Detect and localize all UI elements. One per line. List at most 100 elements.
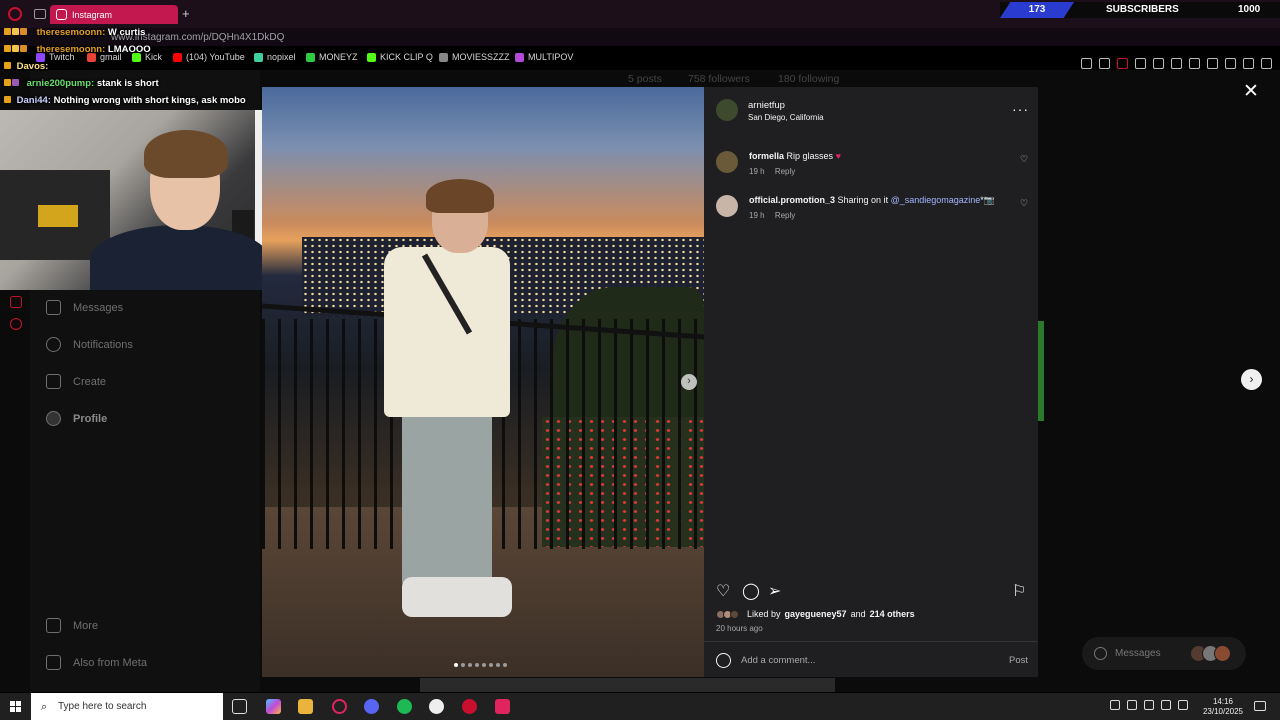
sub-goal: 1000 <box>1238 4 1261 15</box>
more-options-button[interactable]: ··· <box>1012 101 1029 117</box>
profile-posts-count: 5 posts <box>628 73 662 85</box>
tab-switcher-icon[interactable] <box>34 9 46 19</box>
mention-link[interactable]: @_sandiegomagazine <box>891 195 981 205</box>
share-send-icon[interactable]: ➢ <box>768 581 781 601</box>
carousel-dot <box>482 663 486 667</box>
reply-button[interactable]: Reply <box>775 167 795 176</box>
commenter-username[interactable]: formella <box>749 151 784 161</box>
sidebar-item-notifications[interactable]: Notifications <box>46 337 133 352</box>
like-heart-icon[interactable]: ♡ <box>716 581 730 601</box>
chat-message: theresemoonn: W curtis <box>4 24 324 41</box>
sidebar-item-label: Profile <box>73 412 108 425</box>
settings-icon[interactable] <box>10 318 22 330</box>
profile-avatar-icon <box>46 411 61 426</box>
comment-text: official.promotion_3 Sharing on it @_san… <box>749 195 996 205</box>
sidebar-item-create[interactable]: Create <box>46 374 106 389</box>
app-icon[interactable] <box>495 699 510 714</box>
bookmark-item[interactable]: MULTIPOV <box>515 52 573 62</box>
new-tab-button[interactable]: + <box>182 6 190 21</box>
comment-text: formella Rip glasses ♥ <box>749 151 841 161</box>
chat-badges-icon <box>4 41 34 58</box>
grid-icon <box>46 655 61 670</box>
save-bookmark-icon[interactable]: ⚐ <box>1012 581 1026 601</box>
taskbar-search-input[interactable]: ⌕ Type here to search <box>31 693 223 720</box>
carousel-dot <box>496 663 500 667</box>
sidebar-item-more[interactable]: More <box>46 618 98 633</box>
carousel-dot <box>468 663 472 667</box>
chevron-up-icon[interactable] <box>1110 700 1120 710</box>
profile-followers-count: 758 followers <box>688 73 750 85</box>
bookmark-item[interactable]: KICK CLIP Q <box>367 52 433 62</box>
opera-icon[interactable] <box>332 699 347 714</box>
display-icon[interactable] <box>1161 700 1171 710</box>
chat-badges-icon <box>4 58 14 75</box>
app-icon[interactable] <box>462 699 477 714</box>
opera-logo-icon[interactable] <box>8 7 22 21</box>
heart-emoji-icon: ♥ <box>835 151 841 161</box>
comment-meta: 19 h Reply <box>749 211 795 220</box>
commenter-username[interactable]: official.promotion_3 <box>749 195 835 205</box>
liker-username[interactable]: gayegueney57 <box>785 609 847 619</box>
windows-start-icon[interactable] <box>10 701 21 712</box>
emoji-icon[interactable] <box>716 653 731 668</box>
carousel-next-button[interactable]: › <box>681 374 697 390</box>
sidebar-item-also-from-meta[interactable]: Also from Meta <box>46 655 147 670</box>
comment-meta: 19 h Reply <box>749 167 795 176</box>
obs-icon[interactable] <box>429 699 444 714</box>
file-explorer-icon[interactable] <box>298 699 313 714</box>
liker-avatar <box>730 609 739 619</box>
chat-message: theresemoonn: LMAOOO <box>4 41 324 58</box>
comment-like-icon[interactable]: ♡ <box>1020 198 1028 209</box>
carousel-dot <box>461 663 465 667</box>
menu-icon <box>46 618 61 633</box>
copilot-icon[interactable] <box>266 699 281 714</box>
movie-icon <box>439 52 448 62</box>
sub-label: SUBSCRIBERS <box>1106 4 1179 15</box>
sidebar-item-label: Messages <box>73 301 124 314</box>
spotify-icon[interactable] <box>397 699 412 714</box>
bookmark-item[interactable]: MOVIESSZZZ <box>439 52 510 62</box>
discord-icon[interactable] <box>364 699 379 714</box>
sidebar-item-label: Notifications <box>73 338 133 351</box>
post-photo[interactable] <box>262 87 704 677</box>
background-image-strip <box>1038 321 1044 421</box>
floating-messages-button[interactable]: Messages <box>1082 637 1246 670</box>
tab-instagram[interactable]: Instagram <box>50 5 178 24</box>
chat-message: Davos: <box>4 58 324 75</box>
reply-button[interactable]: Reply <box>775 211 795 220</box>
sidebar-item-profile[interactable]: Profile <box>46 411 107 426</box>
opera-sidebar-icon[interactable] <box>10 296 22 308</box>
profile-following-count: 180 following <box>778 73 840 85</box>
chat-badges-icon <box>4 24 34 41</box>
comment-input[interactable]: Add a comment... <box>741 655 815 666</box>
network-icon[interactable] <box>1144 700 1154 710</box>
commenter-avatar[interactable] <box>716 151 738 173</box>
next-post-button[interactable]: › <box>1241 369 1262 390</box>
notification-icon[interactable] <box>1254 701 1266 711</box>
author-username[interactable]: arnietfup <box>748 100 785 111</box>
post-time-ago: 20 hours ago <box>716 624 763 633</box>
commenter-avatar[interactable] <box>716 195 738 217</box>
post-comment-button[interactable]: Post <box>1009 655 1028 666</box>
close-icon[interactable]: ✕ <box>1243 80 1259 103</box>
carousel-dot <box>503 663 507 667</box>
task-view-icon[interactable] <box>232 699 247 714</box>
plus-square-icon <box>46 374 61 389</box>
add-comment-row: Add a comment... <box>716 653 815 668</box>
taskbar-clock[interactable]: 14:16 23/10/2025 <box>1203 697 1243 717</box>
comment-like-icon[interactable]: ♡ <box>1020 154 1028 165</box>
likes-others-link[interactable]: 214 others <box>870 609 915 619</box>
author-avatar[interactable] <box>716 99 738 121</box>
comment-bubble-icon[interactable]: ◯ <box>742 581 760 601</box>
message-avatars <box>1190 645 1231 662</box>
post-header: arnietfup San Diego, California ··· <box>704 87 1038 133</box>
microphone-icon[interactable] <box>1127 700 1137 710</box>
comment-time: 19 h <box>749 211 765 220</box>
instagram-icon <box>56 9 67 20</box>
send-icon <box>46 300 61 315</box>
post-details-panel: arnietfup San Diego, California ··· form… <box>704 87 1038 677</box>
volume-icon[interactable] <box>1178 700 1188 710</box>
sidebar-item-messages[interactable]: Messages <box>46 300 123 315</box>
likes-summary[interactable]: Liked by gayegueney57 and 214 others <box>716 609 915 619</box>
post-location[interactable]: San Diego, California <box>748 113 824 122</box>
